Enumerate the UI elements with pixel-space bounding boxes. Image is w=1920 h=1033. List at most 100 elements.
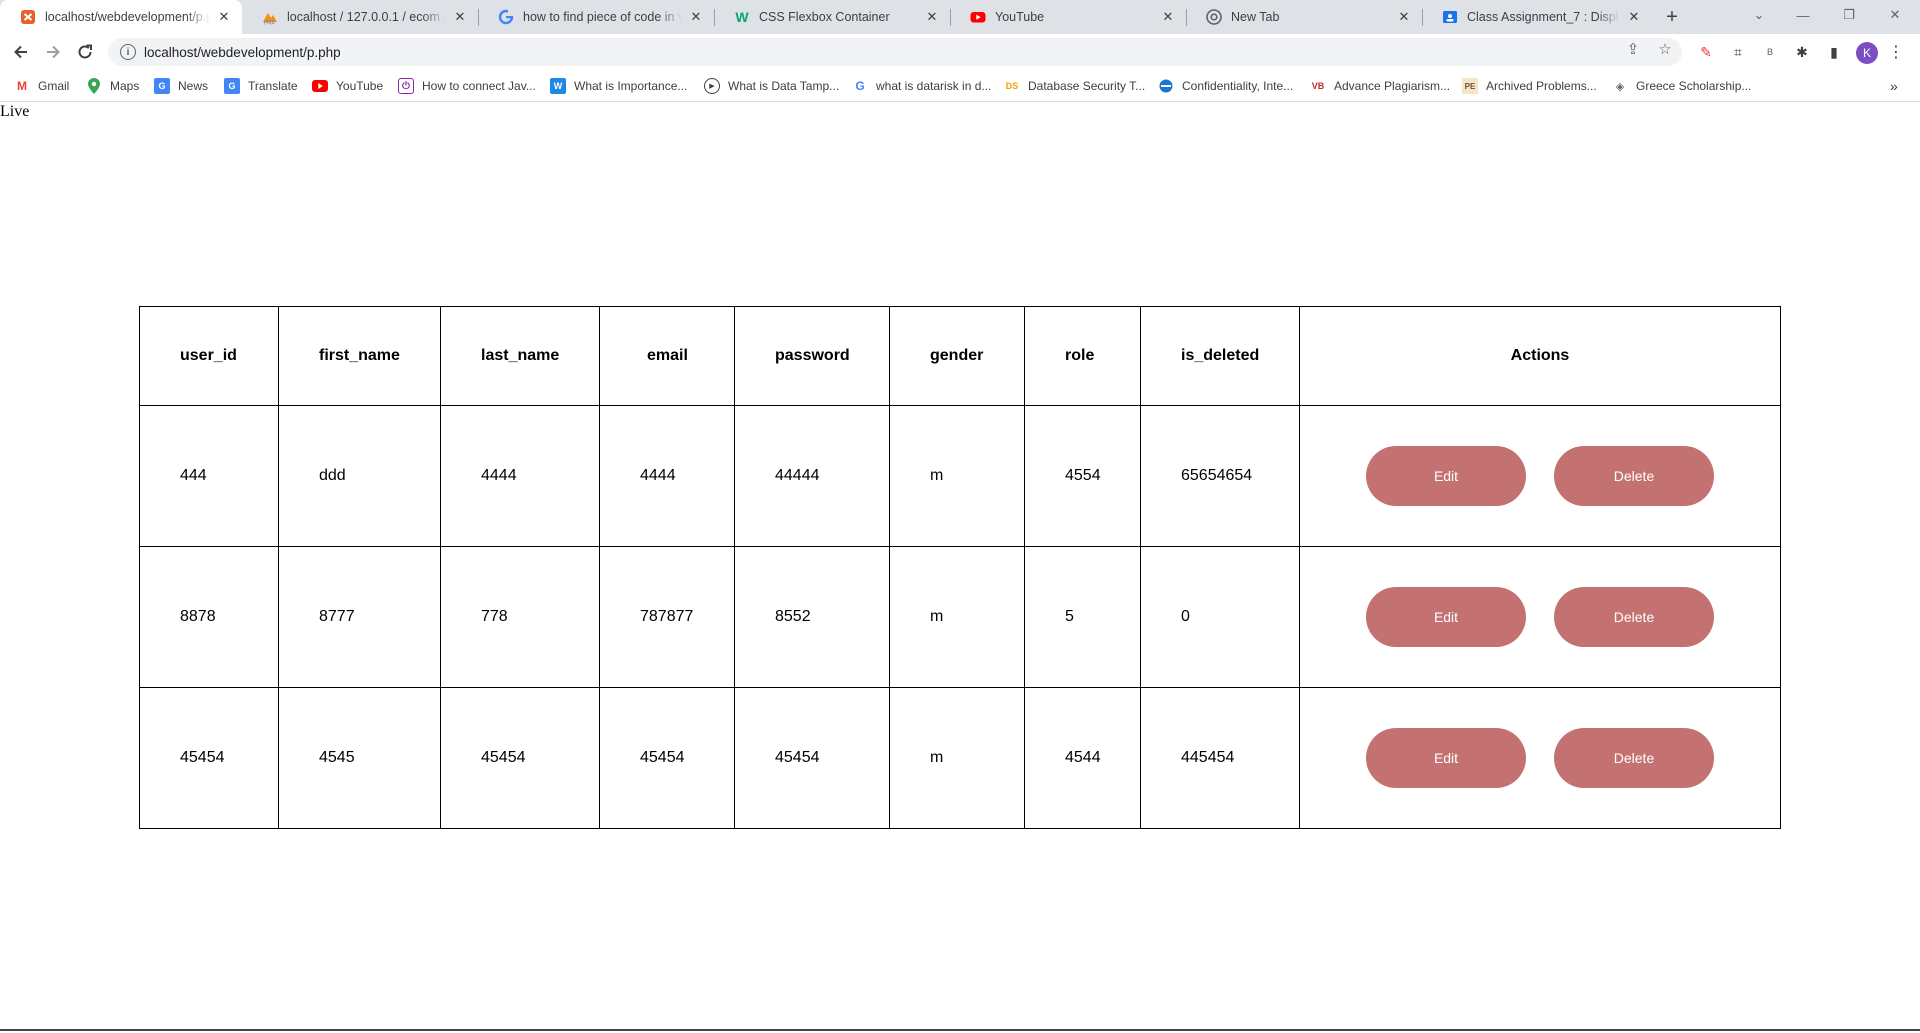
cell-gender: m	[889, 687, 1025, 829]
users-table: user_id first_name last_name email passw…	[139, 306, 1781, 829]
tab-new-tab[interactable]: New Tab ✕	[1186, 0, 1422, 34]
edit-button[interactable]: Edit	[1366, 587, 1526, 647]
bookmark-translate[interactable]: G Translate	[224, 76, 298, 96]
close-icon[interactable]: ✕	[1626, 9, 1642, 25]
bookmark-database-security[interactable]: DS Database Security T...	[1004, 76, 1145, 96]
more-bookmarks-icon[interactable]: »	[1890, 78, 1898, 94]
cell-email: 4444	[599, 405, 735, 547]
header-gender: gender	[889, 306, 1025, 406]
classroom-icon	[1442, 9, 1458, 25]
cell-role: 4544	[1024, 687, 1141, 829]
forward-button[interactable]	[40, 39, 66, 65]
bookmark-label: What is Importance...	[574, 79, 688, 93]
table-row: 45454 4545 45454 45454 45454 m 4544 4454…	[139, 687, 1781, 829]
cell-first-name: 4545	[278, 687, 441, 829]
header-actions: Actions	[1299, 306, 1781, 406]
tab-phpmyadmin[interactable]: PMA localhost / 127.0.0.1 / ecom / tbl ✕	[242, 0, 478, 34]
address-bar[interactable]: i localhost/webdevelopment/p.php	[108, 38, 1682, 66]
header-is-deleted: is_deleted	[1140, 306, 1300, 406]
share-icon[interactable]: ⇪	[1624, 40, 1642, 58]
bookmark-youtube[interactable]: YouTube	[312, 76, 383, 96]
browser-toolbar: i localhost/webdevelopment/p.php ⇪ ☆ ✎ ⌗…	[0, 34, 1920, 70]
edit-button[interactable]: Edit	[1366, 728, 1526, 788]
bookmark-maps[interactable]: Maps	[86, 76, 139, 96]
bookmark-label: what is datarisk in d...	[876, 79, 992, 93]
graduation-cap-icon: ◈	[1615, 80, 1625, 93]
tab-localhost-p-php[interactable]: localhost/webdevelopment/p.php ✕	[0, 0, 242, 34]
bookmark-label: How to connect Jav...	[422, 79, 536, 93]
bookmark-greece-scholarship[interactable]: ◈ Greece Scholarship...	[1612, 76, 1752, 96]
back-button[interactable]	[8, 39, 34, 65]
bookmark-news[interactable]: G News	[154, 76, 208, 96]
ds-icon: DS	[1005, 81, 1019, 91]
side-panel-icon[interactable]: ▮	[1824, 42, 1844, 62]
cell-is-deleted: 0	[1140, 546, 1300, 688]
profile-avatar[interactable]: K	[1856, 42, 1878, 64]
bookmark-datarisk[interactable]: Gwhat is datarisk in d...	[852, 76, 991, 96]
tab-youtube[interactable]: YouTube ✕	[950, 0, 1186, 34]
header-user-id: user_id	[139, 306, 279, 406]
bookmark-label: Translate	[248, 79, 298, 93]
tab-title: how to find piece of code in vscode	[523, 10, 682, 24]
header-email: email	[599, 306, 735, 406]
tab-title: localhost / 127.0.0.1 / ecom / tbl	[287, 10, 446, 24]
color-picker-extension-icon[interactable]: ✎	[1696, 42, 1716, 62]
page-heading: Live	[0, 103, 30, 120]
cell-last-name: 4444	[440, 405, 600, 547]
header-password: password	[734, 306, 890, 406]
bookmark-label: Confidentiality, Inte...	[1182, 79, 1294, 93]
delete-button[interactable]: Delete	[1554, 587, 1714, 647]
site-icon: W	[550, 78, 566, 94]
bookmark-data-tamp[interactable]: ▶ What is Data Tamp...	[704, 76, 839, 96]
tab-search-chevron-icon[interactable]: ⌄	[1736, 0, 1782, 30]
reload-button[interactable]	[72, 39, 98, 65]
extension-b-icon[interactable]: B	[1760, 42, 1780, 62]
bookmark-what-is-importance[interactable]: W What is Importance...	[550, 76, 687, 96]
bookmark-archived-problems[interactable]: PE Archived Problems...	[1462, 76, 1597, 96]
window-close-button[interactable]: ✕	[1872, 0, 1918, 30]
bookmark-how-to-connect[interactable]: ⏻ How to connect Jav...	[398, 76, 536, 96]
tab-class-assignment[interactable]: Class Assignment_7 : Display Users ✕	[1422, 0, 1652, 34]
cell-is-deleted: 65654654	[1140, 405, 1300, 547]
minimize-button[interactable]: —	[1780, 0, 1826, 30]
edit-button[interactable]: Edit	[1366, 446, 1526, 506]
close-icon[interactable]: ✕	[924, 9, 940, 25]
google-icon: G	[855, 79, 865, 93]
delete-button[interactable]: Delete	[1554, 446, 1714, 506]
bookmark-star-icon[interactable]: ☆	[1656, 40, 1674, 58]
new-tab-button[interactable]: +	[1660, 6, 1684, 28]
crop-extension-icon[interactable]: ⌗	[1728, 42, 1748, 62]
close-icon[interactable]: ✕	[1160, 9, 1176, 25]
close-icon[interactable]: ✕	[1396, 9, 1412, 25]
delete-button[interactable]: Delete	[1554, 728, 1714, 788]
menu-kebab-icon[interactable]: ⋮	[1886, 42, 1906, 62]
bookmarks-bar: M Gmail Maps G News G Translate YouTube ⏻ Ho…	[0, 70, 1920, 102]
tab-google-search[interactable]: how to find piece of code in vscode ✕	[478, 0, 714, 34]
bookmark-label: YouTube	[336, 79, 384, 93]
bookmark-label: What is Data Tamp...	[728, 79, 840, 93]
tab-css-flexbox[interactable]: W CSS Flexbox Container ✕	[714, 0, 950, 34]
bookmark-advance-plagiarism[interactable]: VB Advance Plagiarism...	[1310, 76, 1450, 96]
close-icon[interactable]: ✕	[216, 9, 232, 25]
cell-gender: m	[889, 546, 1025, 688]
cell-role: 4554	[1024, 405, 1141, 547]
close-icon[interactable]: ✕	[688, 9, 704, 25]
globe-icon	[1158, 78, 1174, 94]
site-info-icon[interactable]: i	[120, 44, 136, 60]
restore-button[interactable]: ❐	[1826, 0, 1872, 30]
cell-user-id: 45454	[139, 687, 279, 829]
bookmark-gmail[interactable]: M Gmail	[14, 76, 69, 96]
cell-email: 45454	[599, 687, 735, 829]
bookmark-label: News	[178, 79, 209, 93]
cell-actions: Edit Delete	[1299, 546, 1781, 688]
cell-password: 44444	[734, 405, 890, 547]
cell-last-name: 778	[440, 546, 600, 688]
extensions-puzzle-icon[interactable]: ✱	[1792, 42, 1812, 62]
bookmark-confidentiality[interactable]: Confidentiality, Inte...	[1158, 76, 1293, 96]
pe-icon: PE	[1462, 78, 1478, 94]
cell-first-name: 8777	[278, 546, 441, 688]
url-text[interactable]: localhost/webdevelopment/p.php	[144, 45, 341, 60]
bookmark-label: Gmail	[38, 79, 70, 93]
power-icon: ⏻	[398, 78, 414, 94]
close-icon[interactable]: ✕	[452, 9, 468, 25]
